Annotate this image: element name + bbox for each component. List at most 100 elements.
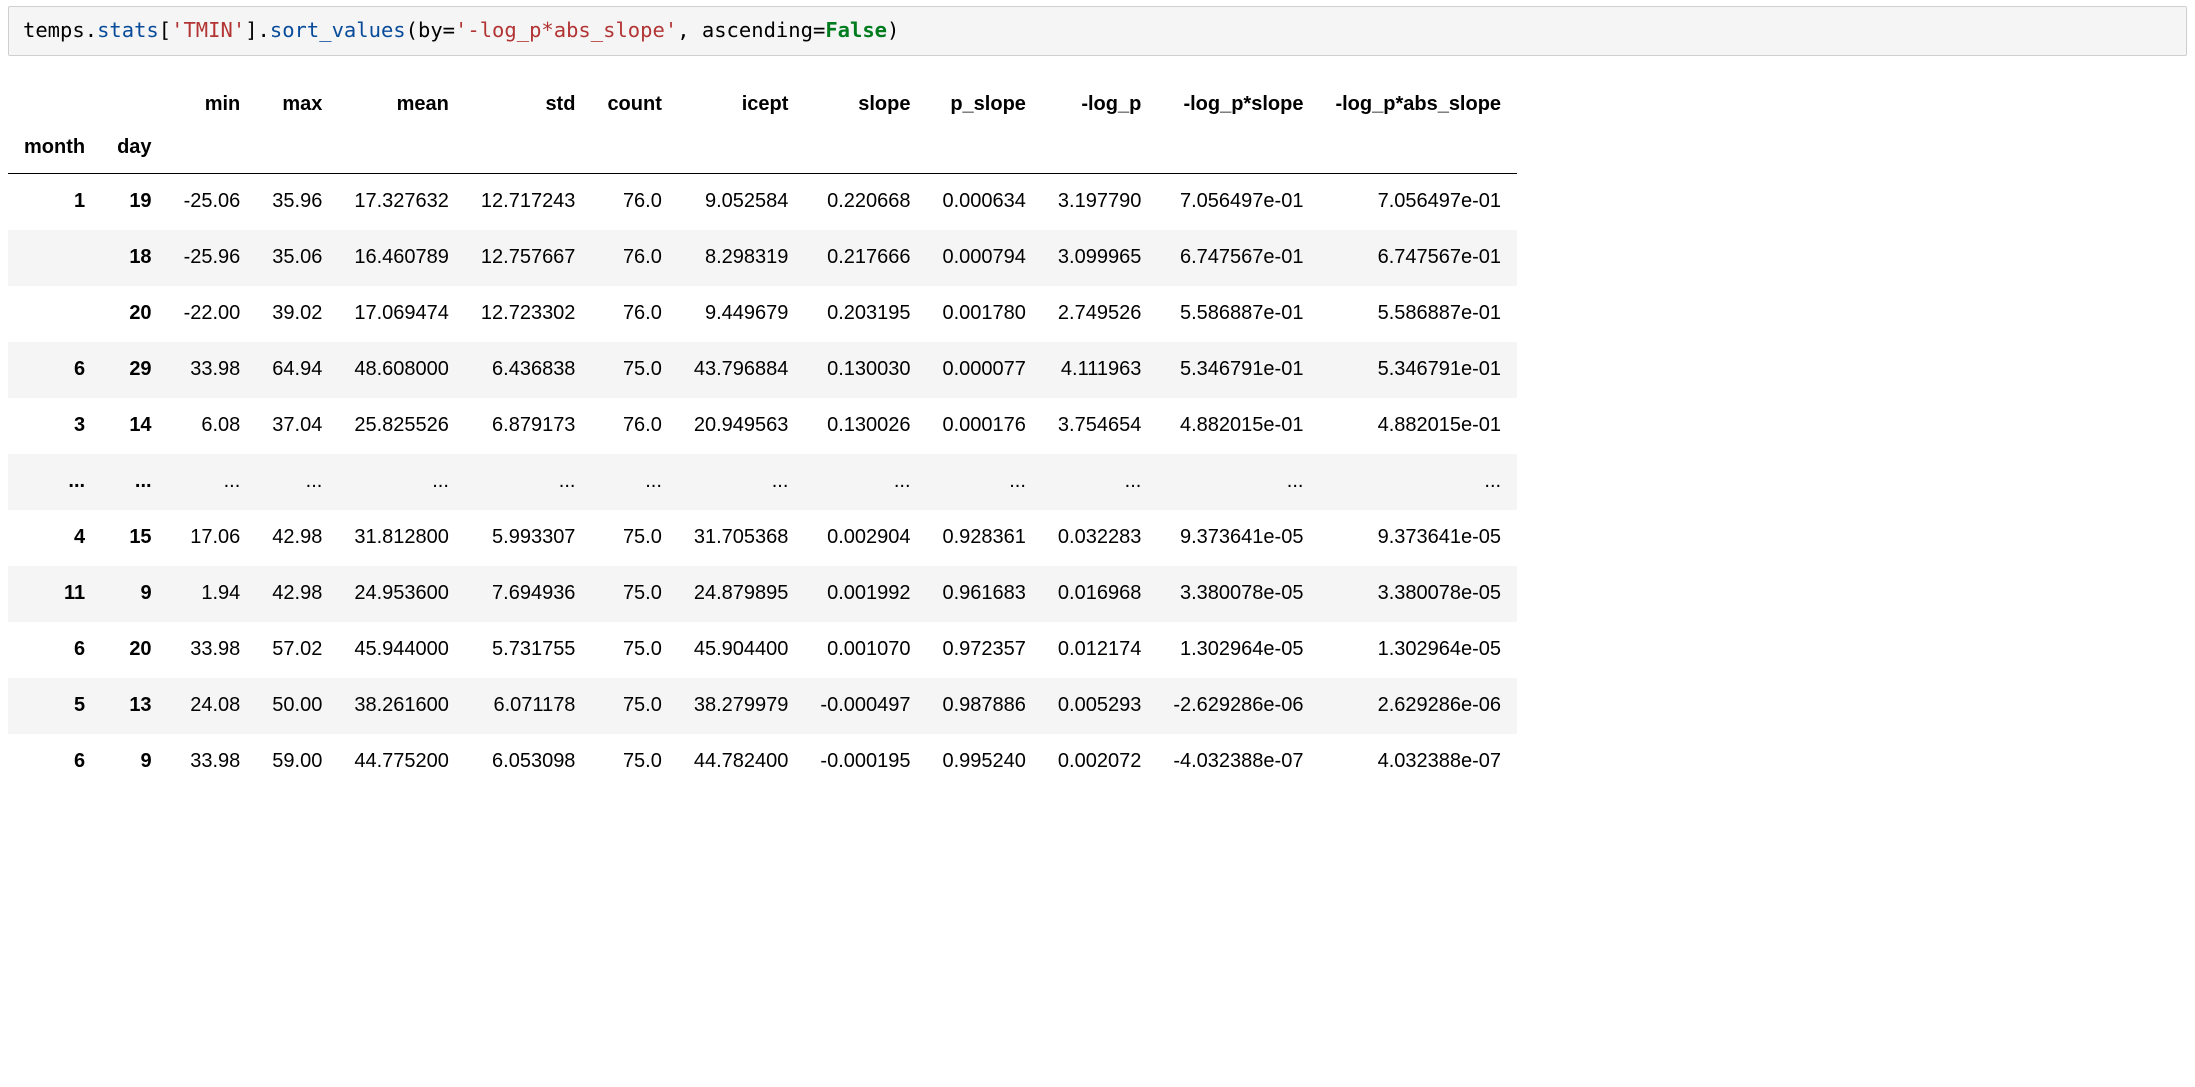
cell: ... <box>804 454 926 510</box>
row-index-month: 6 <box>8 734 101 790</box>
cell: 75.0 <box>591 510 677 566</box>
cell: 0.130030 <box>804 342 926 398</box>
column-header-count: count <box>591 70 677 126</box>
row-index-day: ... <box>101 454 167 510</box>
code-token: ] <box>245 18 257 42</box>
column-header-neg_log_p: -log_p <box>1042 70 1157 126</box>
cell: ... <box>256 454 338 510</box>
cell: 25.825526 <box>338 398 465 454</box>
row-index-day: 9 <box>101 566 167 622</box>
cell: 0.220668 <box>804 174 926 230</box>
cell: 44.782400 <box>678 734 805 790</box>
cell: 4.032388e-07 <box>1319 734 1517 790</box>
cell: 24.953600 <box>338 566 465 622</box>
code-token: '-log_p*abs_slope' <box>455 18 677 42</box>
cell: 5.586887e-01 <box>1157 286 1319 342</box>
code-token: . <box>85 18 97 42</box>
cell: 33.98 <box>168 734 257 790</box>
cell: 5.586887e-01 <box>1319 286 1517 342</box>
row-index-month: 6 <box>8 622 101 678</box>
cell: 9.373641e-05 <box>1319 510 1517 566</box>
cell: -2.629286e-06 <box>1157 678 1319 734</box>
row-index-month: 1 <box>8 174 101 230</box>
row-index-month <box>8 230 101 286</box>
code-token: = <box>443 18 455 42</box>
cell: 8.298319 <box>678 230 805 286</box>
row-index-day: 19 <box>101 174 167 230</box>
cell: 0.961683 <box>927 566 1042 622</box>
cell: 42.98 <box>256 510 338 566</box>
cell: 76.0 <box>591 398 677 454</box>
cell: 0.972357 <box>927 622 1042 678</box>
code-token: ) <box>887 18 899 42</box>
cell: -25.96 <box>168 230 257 286</box>
index-name-day: day <box>101 126 167 174</box>
cell: 4.111963 <box>1042 342 1157 398</box>
cell: 76.0 <box>591 286 677 342</box>
cell: 75.0 <box>591 734 677 790</box>
row-index-month: 5 <box>8 678 101 734</box>
table-row: 3 14 6.08 37.04 25.825526 6.879173 76.0 … <box>8 398 1517 454</box>
cell: 0.987886 <box>927 678 1042 734</box>
cell: 44.775200 <box>338 734 465 790</box>
cell: 0.928361 <box>927 510 1042 566</box>
cell: 2.629286e-06 <box>1319 678 1517 734</box>
row-index-day: 15 <box>101 510 167 566</box>
cell: 7.056497e-01 <box>1157 174 1319 230</box>
table-row: 6 9 33.98 59.00 44.775200 6.053098 75.0 … <box>8 734 1517 790</box>
column-header-slope: slope <box>804 70 926 126</box>
row-index-day: 29 <box>101 342 167 398</box>
cell: 0.002072 <box>1042 734 1157 790</box>
cell: 24.08 <box>168 678 257 734</box>
row-index-day: 20 <box>101 286 167 342</box>
row-index-month <box>8 286 101 342</box>
row-index-month: 6 <box>8 342 101 398</box>
table-row: 5 13 24.08 50.00 38.261600 6.071178 75.0… <box>8 678 1517 734</box>
cell: 0.203195 <box>804 286 926 342</box>
cell: 64.94 <box>256 342 338 398</box>
column-header-neg_log_p_slope: -log_p*slope <box>1157 70 1319 126</box>
table-row-ellipsis: ... ... ... ... ... ... ... ... ... ... … <box>8 454 1517 510</box>
cell: 0.000794 <box>927 230 1042 286</box>
cell: ... <box>1042 454 1157 510</box>
column-header-min: min <box>168 70 257 126</box>
cell: 3.754654 <box>1042 398 1157 454</box>
cell: 31.812800 <box>338 510 465 566</box>
code-token: . <box>258 18 270 42</box>
cell: 7.056497e-01 <box>1319 174 1517 230</box>
cell: 6.08 <box>168 398 257 454</box>
column-header-p_slope: p_slope <box>927 70 1042 126</box>
row-index-month: 11 <box>8 566 101 622</box>
cell: 0.000634 <box>927 174 1042 230</box>
cell: 0.032283 <box>1042 510 1157 566</box>
cell: 3.380078e-05 <box>1157 566 1319 622</box>
cell: 12.757667 <box>465 230 592 286</box>
cell: 0.217666 <box>804 230 926 286</box>
cell: 0.000176 <box>927 398 1042 454</box>
cell: 5.731755 <box>465 622 592 678</box>
table-row: 6 20 33.98 57.02 45.944000 5.731755 75.0… <box>8 622 1517 678</box>
cell: 6.747567e-01 <box>1319 230 1517 286</box>
index-name-month: month <box>8 126 101 174</box>
cell: 37.04 <box>256 398 338 454</box>
cell: 0.002904 <box>804 510 926 566</box>
column-header-neg_log_p_abs_slope: -log_p*abs_slope <box>1319 70 1517 126</box>
table-row: 4 15 17.06 42.98 31.812800 5.993307 75.0… <box>8 510 1517 566</box>
cell: 31.705368 <box>678 510 805 566</box>
cell: 7.694936 <box>465 566 592 622</box>
cell: 75.0 <box>591 622 677 678</box>
table-row: 6 29 33.98 64.94 48.608000 6.436838 75.0… <box>8 342 1517 398</box>
column-header-std: std <box>465 70 592 126</box>
code-token: , <box>677 18 702 42</box>
cell: 0.130026 <box>804 398 926 454</box>
cell: ... <box>591 454 677 510</box>
code-input[interactable]: temps.stats['TMIN'].sort_values(by='-log… <box>8 6 2187 56</box>
row-index-month: ... <box>8 454 101 510</box>
cell: 24.879895 <box>678 566 805 622</box>
cell: 75.0 <box>591 678 677 734</box>
cell: ... <box>465 454 592 510</box>
cell: 20.949563 <box>678 398 805 454</box>
cell: 9.373641e-05 <box>1157 510 1319 566</box>
row-index-month: 4 <box>8 510 101 566</box>
cell: 4.882015e-01 <box>1157 398 1319 454</box>
